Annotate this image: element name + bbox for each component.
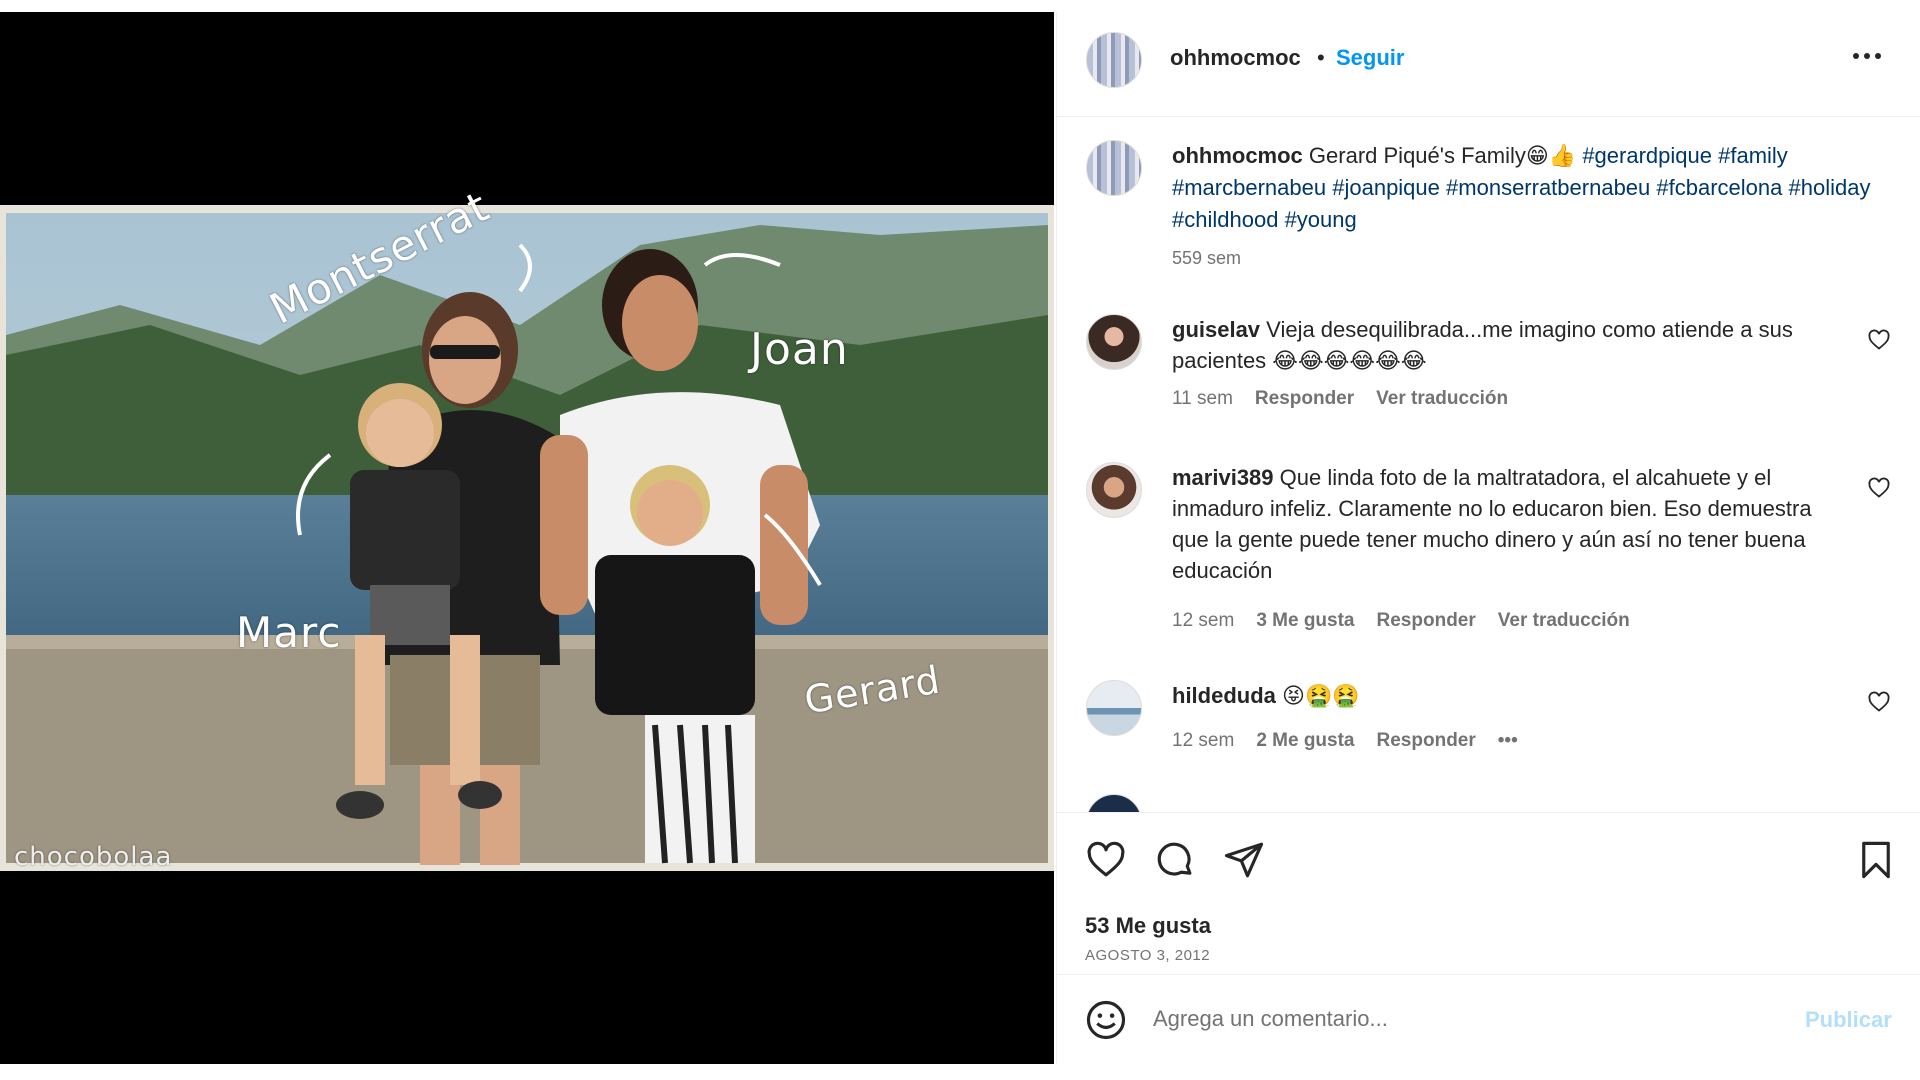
comment-composer: Publicar (1057, 974, 1920, 1064)
photo-label-joan: Joan (750, 324, 849, 375)
comments-scroll-area[interactable]: ohhmocmoc Gerard Piqué's Family😁👍 #gerar… (1057, 118, 1920, 812)
hashtag[interactable]: #holiday (1789, 175, 1871, 200)
emoji-smiley-icon[interactable] (1085, 999, 1127, 1041)
follow-button[interactable]: Seguir (1336, 45, 1404, 71)
hashtag[interactable]: #monserratbernabeu (1446, 175, 1650, 200)
hashtag[interactable]: #family (1718, 143, 1788, 168)
commenter-avatar[interactable] (1086, 314, 1142, 370)
comment-likes-count[interactable]: 2 Me gusta (1256, 730, 1354, 752)
comment-text: Vieja desequilibrada...me imagino como a… (1172, 317, 1793, 373)
comment-text: 😝🤮🤮 (1282, 683, 1360, 708)
caption-username[interactable]: ohhmocmoc (1172, 143, 1303, 168)
family-photo-illustration (0, 205, 1054, 871)
comment-bubble-icon[interactable] (1154, 839, 1196, 881)
caption-timestamp[interactable]: 559 sem (1172, 248, 1241, 269)
photo-label-marc: Marc (236, 608, 342, 657)
comment-like-heart-icon[interactable] (1867, 690, 1891, 714)
hashtag[interactable]: #joanpique (1332, 175, 1440, 200)
hashtag[interactable]: #young (1285, 207, 1357, 232)
post-media[interactable]: Montserrat Joan Marc Gerard chocobolaa (0, 12, 1054, 1064)
reply-button[interactable]: Responder (1377, 730, 1476, 752)
hashtag[interactable]: #marcbernabeu (1172, 175, 1326, 200)
hashtag[interactable]: #fcbarcelona (1656, 175, 1782, 200)
comment-body: guiselav Vieja desequilibrada...me imagi… (1172, 314, 1852, 376)
separator-dot: • (1317, 45, 1325, 70)
photo-watermark: chocobolaa (14, 842, 173, 872)
comment-meta: 12 sem 2 Me gusta Responder ••• (1172, 730, 1518, 752)
comment-like-heart-icon[interactable] (1867, 328, 1891, 352)
share-send-icon[interactable] (1223, 839, 1265, 881)
comment-meta: 12 sem 3 Me gusta Responder Ver traducci… (1172, 610, 1630, 632)
translate-button[interactable]: Ver traducción (1376, 388, 1508, 410)
post-likes-count[interactable]: 53 Me gusta (1085, 913, 1211, 939)
hashtag[interactable]: #gerardpique (1582, 143, 1712, 168)
publish-button[interactable]: Publicar (1805, 1007, 1892, 1033)
comment-likes-count[interactable]: 3 Me gusta (1256, 610, 1354, 632)
commenter-username[interactable]: guiselav (1172, 317, 1260, 342)
comment-input[interactable] (1153, 997, 1753, 1041)
commenter-avatar[interactable] (1086, 680, 1142, 736)
comment-body: marivi389 Que linda foto de la maltratad… (1172, 462, 1852, 586)
reply-button[interactable]: Responder (1377, 610, 1476, 632)
commenter-username[interactable]: hildeduda (1172, 683, 1276, 708)
caption-text-block: ohhmocmoc Gerard Piqué's Family😁👍 #gerar… (1172, 140, 1872, 236)
comment-body: hildeduda 😝🤮🤮 (1172, 680, 1852, 711)
commenter-avatar[interactable] (1086, 462, 1142, 518)
like-heart-icon[interactable] (1085, 839, 1127, 881)
commenter-username[interactable]: marivi389 (1172, 465, 1274, 490)
more-horizontal-icon (1853, 53, 1859, 59)
post-header: ohhmocmoc • Seguir (1057, 12, 1920, 117)
post-details-panel: ohhmocmoc • Seguir ohhmocmoc Gerard Piqu… (1056, 12, 1920, 1064)
caption-author-avatar[interactable] (1086, 140, 1142, 196)
translate-button[interactable]: Ver traducción (1498, 610, 1630, 632)
reply-button[interactable]: Responder (1255, 388, 1354, 410)
comment-time[interactable]: 11 sem (1172, 388, 1233, 410)
hashtag[interactable]: #childhood (1172, 207, 1278, 232)
post-date: AGOSTO 3, 2012 (1085, 947, 1211, 964)
comment-time[interactable]: 12 sem (1172, 610, 1234, 632)
author-avatar[interactable] (1086, 32, 1142, 88)
comment-options-button[interactable]: ••• (1498, 730, 1518, 752)
comment-meta: 11 sem Responder Ver traducción (1172, 388, 1508, 410)
author-username[interactable]: ohhmocmoc (1170, 45, 1301, 71)
comment-time[interactable]: 12 sem (1172, 730, 1234, 752)
commenter-avatar[interactable] (1086, 794, 1142, 812)
caption-text: Gerard Piqué's Family😁👍 (1308, 143, 1577, 168)
post-actions: 53 Me gusta AGOSTO 3, 2012 (1057, 812, 1920, 994)
bookmark-save-icon[interactable] (1855, 839, 1897, 881)
comment-like-heart-icon[interactable] (1867, 476, 1891, 500)
more-options-button[interactable] (1847, 36, 1887, 76)
post-photo[interactable] (0, 205, 1054, 871)
